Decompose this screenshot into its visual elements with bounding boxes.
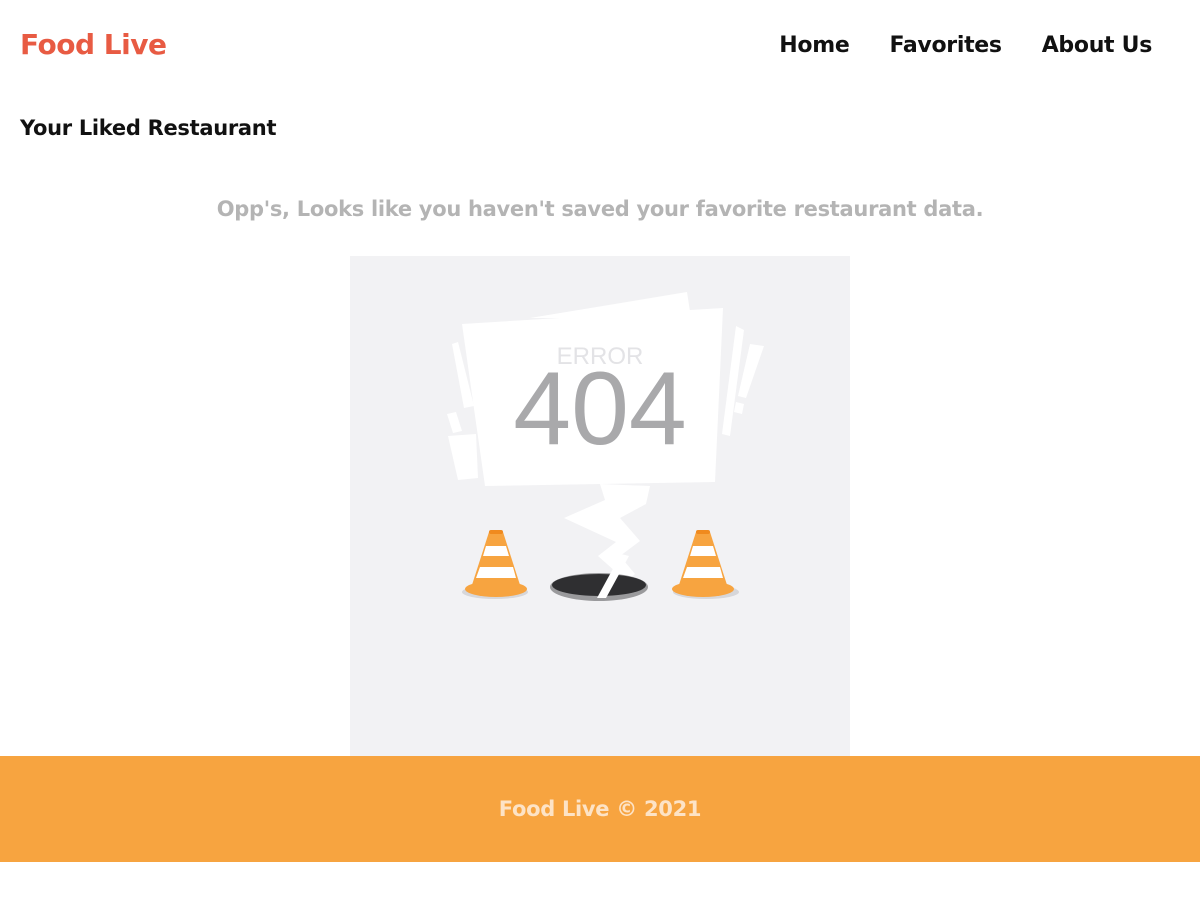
page-title: Your Liked Restaurant [20, 116, 277, 140]
nav-about-us-link[interactable]: About Us [1042, 33, 1153, 58]
traffic-cone-right-icon [672, 530, 739, 599]
exclamation-mark-left-2 [448, 434, 478, 480]
exclamation-mark-right-dot [734, 402, 744, 414]
error-404-text: 404 [513, 351, 687, 467]
app-footer: Food Live © 2021 [0, 756, 1200, 862]
empty-state-message: Opp's, Looks like you haven't saved your… [216, 197, 984, 221]
error-404-illustration: ERROR 404 [350, 256, 850, 756]
brand-logo-link[interactable]: Food Live [20, 28, 167, 61]
nav-home-link[interactable]: Home [779, 33, 849, 58]
main-nav: Home Favorites About Us [779, 33, 1152, 58]
footer-copyright: Food Live © 2021 [498, 797, 702, 821]
nav-favorites-link[interactable]: Favorites [889, 33, 1002, 58]
exclamation-mark-left-dot [447, 412, 462, 433]
error-404-graphic: ERROR 404 [447, 292, 764, 601]
traffic-cone-left-icon [462, 530, 528, 599]
exclamation-mark-right [722, 326, 744, 436]
exclamation-mark-right-2 [738, 344, 764, 398]
manhole-icon [552, 574, 646, 596]
app-header: Food Live Home Favorites About Us [0, 0, 1200, 94]
